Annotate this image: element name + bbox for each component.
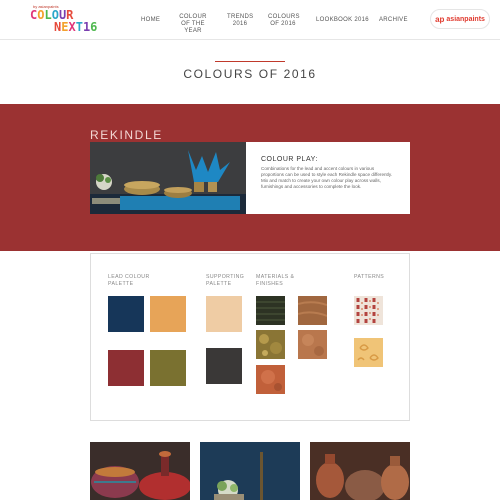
plant-photo[interactable] (200, 442, 300, 500)
supporting-palette-label: SUPPORTING PALETTE (206, 274, 245, 287)
asianpaints-logo[interactable]: ap asianpaints (430, 9, 490, 29)
patterns-label: PATTERNS (354, 274, 385, 280)
terracotta-texture[interactable] (256, 365, 285, 394)
page-title: COLOURS OF 2016 (183, 67, 317, 81)
lead-swatch-maroon[interactable] (108, 350, 144, 386)
nav-colour-of-the-year[interactable]: COLOUR OF THE YEAR (175, 14, 211, 35)
supporting-swatch-peach[interactable] (206, 296, 242, 332)
lead-swatch-olive[interactable] (150, 350, 186, 386)
nav-archive[interactable]: ARCHIVE (379, 17, 408, 24)
paisley-pattern[interactable] (354, 338, 383, 367)
colour-play-heading: COLOUR PLAY: (261, 156, 318, 163)
nav-colours-of-2016[interactable]: COLOURS OF 2016 (268, 14, 299, 28)
wood-veneer-light-texture[interactable] (297, 296, 328, 325)
lead-palette-label: LEAD COLOUR PALETTE (108, 274, 150, 287)
title-divider (215, 61, 285, 62)
wood-veneer-dark-texture[interactable] (256, 296, 285, 325)
logo-line-2: NEXT16 (54, 20, 98, 34)
nav-home[interactable]: HOME (141, 17, 160, 24)
vessels-photo[interactable] (90, 442, 190, 500)
palette-card: LEAD COLOUR PALETTE SUPPORTING PALETTE M… (90, 253, 410, 421)
lead-swatch-orange[interactable] (150, 296, 186, 332)
copper-texture[interactable] (298, 330, 327, 359)
pottery-photo[interactable] (310, 442, 410, 500)
nav-lookbook-2016[interactable]: LOOKBOOK 2016 (316, 17, 369, 24)
materials-label: MATERIALS & FINISHES (256, 274, 295, 287)
site-header: by asianpaints COLOUR NEXT16 HOME COLOUR… (0, 0, 500, 40)
ikat-pattern[interactable] (354, 296, 383, 325)
nav-trends-2016[interactable]: TRENDS 2016 (227, 14, 253, 28)
asianpaints-mark-icon: ap (435, 14, 445, 24)
section-name: REKINDLE (90, 128, 163, 142)
colour-next-logo[interactable]: by asianpaints COLOUR NEXT16 (30, 4, 120, 38)
lead-swatch-navy[interactable] (108, 296, 144, 332)
gilded-texture[interactable] (256, 330, 285, 359)
rekindle-photo (90, 142, 246, 214)
asianpaints-wordmark: asianpaints (446, 15, 485, 23)
supporting-swatch-charcoal[interactable] (206, 348, 242, 384)
colour-play-text: Combinations for the lead and accent col… (261, 166, 393, 189)
colour-play-card: COLOUR PLAY: Combinations for the lead a… (246, 142, 410, 214)
